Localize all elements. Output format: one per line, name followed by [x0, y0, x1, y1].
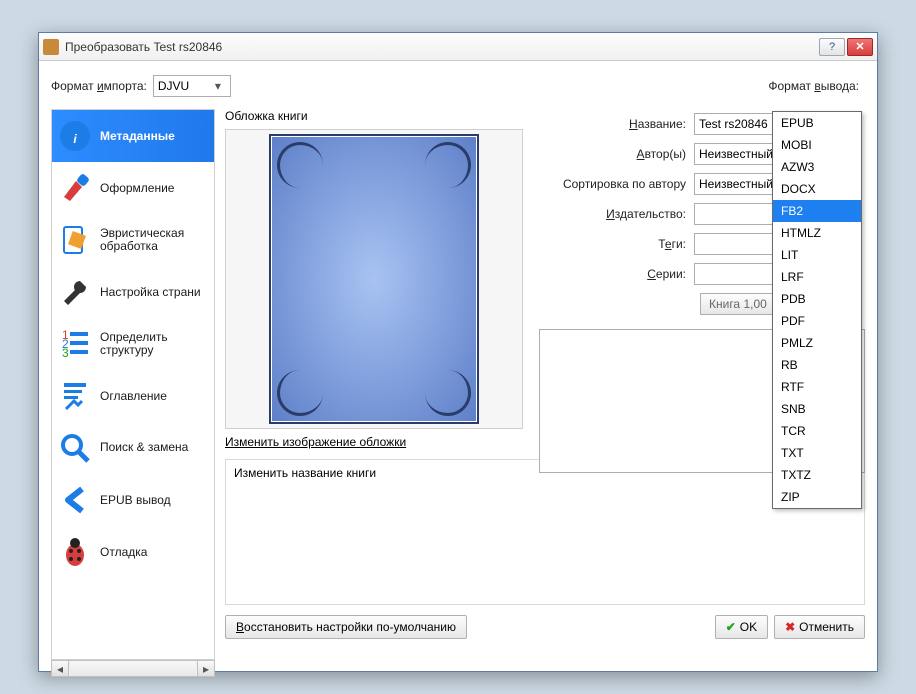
sidebar-item-epub[interactable]: EPUB вывод: [52, 474, 214, 526]
output-format-dropdown[interactable]: EPUBMOBIAZW3DOCXFB2HTMLZLITLRFPDBPDFPMLZ…: [772, 111, 862, 509]
dropdown-item-htmlz[interactable]: HTMLZ: [773, 222, 861, 244]
center-panel: Обложка книги Изменить изображение облож…: [215, 109, 865, 677]
main-area: i Метаданные Оформление Эвристическая об…: [51, 109, 865, 677]
toc-icon: [58, 379, 92, 413]
sidebar-wrap: i Метаданные Оформление Эвристическая об…: [51, 109, 215, 677]
cover-image[interactable]: [269, 134, 479, 424]
dropdown-item-zip[interactable]: ZIP: [773, 486, 861, 508]
svg-text:3: 3: [62, 346, 69, 360]
sidebar-item-label: Поиск & замена: [100, 441, 188, 454]
change-cover-label: Изменить изображение обложки: [225, 435, 525, 449]
chevron-down-icon: ▾: [210, 79, 226, 93]
sidebar-item-toc[interactable]: Оглавление: [52, 370, 214, 422]
tags-label: Теги:: [539, 237, 694, 251]
center-top: Обложка книги Изменить изображение облож…: [225, 109, 865, 449]
sidebar-item-label: Метаданные: [100, 129, 175, 143]
dropdown-item-tcr[interactable]: TCR: [773, 420, 861, 442]
sidebar-scrollbar[interactable]: ◂ ▸: [51, 660, 215, 677]
tools-icon: [58, 275, 92, 309]
info-icon: i: [58, 119, 92, 153]
dropdown-item-rb[interactable]: RB: [773, 354, 861, 376]
search-icon: [58, 431, 92, 465]
bottom-bar: Восстановить настройки по-умолчанию ✔ OK…: [225, 613, 865, 641]
scroll-left-icon[interactable]: ◂: [52, 661, 69, 676]
dropdown-item-pdf[interactable]: PDF: [773, 310, 861, 332]
book-title-placeholder: Изменить название книги: [234, 466, 376, 480]
scroll-thumb[interactable]: [70, 661, 196, 676]
dropdown-item-snb[interactable]: SNB: [773, 398, 861, 420]
dropdown-item-fb2[interactable]: FB2: [773, 200, 861, 222]
window-title: Преобразовать Test rs20846: [65, 40, 817, 54]
sidebar-item-label: Эвристическая обработка: [100, 227, 208, 253]
topbar: Формат импорта: DJVU ▾ Формат вывода:: [51, 73, 865, 99]
sidebar-item-label: EPUB вывод: [100, 493, 171, 507]
sidebar: i Метаданные Оформление Эвристическая об…: [51, 109, 215, 660]
dropdown-item-azw3[interactable]: AZW3: [773, 156, 861, 178]
sidebar-item-label: Настройка страни: [100, 285, 201, 299]
import-format-combo[interactable]: DJVU ▾: [153, 75, 231, 97]
sidebar-item-label: Определить структуру: [100, 331, 208, 357]
cover-label: Обложка книги: [225, 109, 525, 123]
sidebar-item-metadata[interactable]: i Метаданные: [52, 110, 214, 162]
sidebar-item-label: Оформление: [100, 181, 174, 195]
dropdown-item-lit[interactable]: LIT: [773, 244, 861, 266]
structure-icon: 123: [58, 327, 92, 361]
sidebar-item-look[interactable]: Оформление: [52, 162, 214, 214]
cover-frame: [225, 129, 523, 429]
sidebar-item-heuristic[interactable]: Эвристическая обработка: [52, 214, 214, 266]
series-index-button[interactable]: Книга 1,00: [700, 293, 776, 315]
sidebar-item-label: Оглавление: [100, 389, 167, 403]
dropdown-item-rtf[interactable]: RTF: [773, 376, 861, 398]
publisher-label: Издательство:: [539, 207, 694, 221]
sort-label: Сортировка по автору: [539, 177, 694, 191]
sidebar-item-search[interactable]: Поиск & замена: [52, 422, 214, 474]
close-button[interactable]: ✕: [847, 38, 873, 56]
sidebar-item-structure[interactable]: 123 Определить структуру: [52, 318, 214, 370]
import-format-label: Формат импорта:: [51, 79, 147, 93]
dropdown-item-pmlz[interactable]: PMLZ: [773, 332, 861, 354]
dropdown-item-txtz[interactable]: TXTZ: [773, 464, 861, 486]
app-icon: [43, 39, 59, 55]
restore-defaults-label: Восстановить настройки по-умолчанию: [236, 620, 456, 634]
import-format-value: DJVU: [158, 79, 189, 93]
cancel-button[interactable]: ✖ Отменить: [774, 615, 865, 639]
dropdown-item-mobi[interactable]: MOBI: [773, 134, 861, 156]
dropdown-item-txt[interactable]: TXT: [773, 442, 861, 464]
bug-icon: [58, 535, 92, 569]
restore-defaults-button[interactable]: Восстановить настройки по-умолчанию: [225, 615, 467, 639]
dropdown-item-epub[interactable]: EPUB: [773, 112, 861, 134]
authors-label: Автор(ы): [539, 147, 694, 161]
titlebar: Преобразовать Test rs20846 ? ✕: [39, 33, 877, 61]
dropdown-item-pdb[interactable]: PDB: [773, 288, 861, 310]
cancel-icon: ✖: [785, 620, 795, 634]
dropdown-item-docx[interactable]: DOCX: [773, 178, 861, 200]
series-label: Серии:: [539, 267, 694, 281]
title-label: Название:: [539, 117, 694, 131]
cover-panel: Обложка книги Изменить изображение облож…: [225, 109, 525, 449]
metadata-form: Название: Test rs20846 Автор(ы) Неизвест…: [539, 109, 865, 449]
sidebar-item-debug[interactable]: Отладка: [52, 526, 214, 578]
dialog-window: Преобразовать Test rs20846 ? ✕ Формат им…: [38, 32, 878, 672]
ok-button[interactable]: ✔ OK: [715, 615, 768, 639]
content: Формат импорта: DJVU ▾ Формат вывода: i …: [39, 61, 877, 671]
output-format-label: Формат вывода:: [768, 79, 859, 93]
sidebar-item-label: Отладка: [100, 545, 147, 559]
help-button[interactable]: ?: [819, 38, 845, 56]
chevron-left-icon: [58, 483, 92, 517]
heuristic-icon: [58, 223, 92, 257]
sidebar-item-page[interactable]: Настройка страни: [52, 266, 214, 318]
book-title-area[interactable]: Изменить название книги: [225, 459, 865, 605]
check-icon: ✔: [726, 620, 736, 634]
brush-icon: [58, 171, 92, 205]
dropdown-item-lrf[interactable]: LRF: [773, 266, 861, 288]
scroll-right-icon[interactable]: ▸: [197, 661, 214, 676]
